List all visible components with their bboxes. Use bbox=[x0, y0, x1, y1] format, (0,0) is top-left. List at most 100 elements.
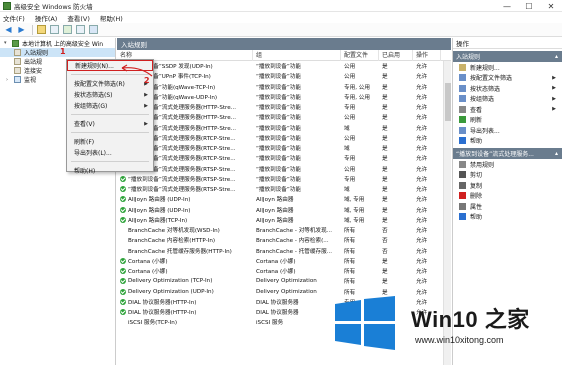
collapse-icon[interactable]: ▾ bbox=[4, 40, 10, 46]
actions-section-selected-rule[interactable]: “播放到设备”流式处理服务... ▴ bbox=[453, 148, 562, 159]
column-enabled[interactable]: 已启用 bbox=[379, 49, 413, 61]
tree-item-inbound-rules[interactable]: 入站规则 bbox=[0, 48, 115, 57]
rule-action-cell: 允许 bbox=[416, 187, 428, 194]
collapse-icon[interactable]: ▴ bbox=[555, 53, 558, 60]
context-menu-label: 按状态筛选(S) bbox=[74, 92, 113, 99]
action-label: 复制 bbox=[470, 182, 483, 190]
action-icon bbox=[459, 171, 466, 179]
table-row[interactable]: “播放到设备”SSDP 发现(UDP-In) “播放到设备”功能 公用是允许 bbox=[117, 61, 443, 71]
table-row[interactable]: AllJoyn 路由器 (UDP-In) AllJoyn 路由器 域, 专用 是 允许 bbox=[117, 205, 443, 215]
rule-profile-cell: 专用, 公用 bbox=[344, 94, 370, 101]
collapse-icon[interactable]: ▴ bbox=[555, 150, 558, 157]
table-row[interactable]: “播放到设备”功能(qWave-UDP-In) “播放到设备”功能 专用, 公用是允… bbox=[117, 92, 443, 102]
rule-name-text: DIAL 协议服务器(HTTP-In) bbox=[128, 299, 197, 306]
rule-enabled-cell: 是 bbox=[382, 217, 388, 224]
tree-root[interactable]: ▾ 本地计算机 上的高级安全 Win bbox=[0, 38, 115, 48]
action-item[interactable]: 帮助 bbox=[453, 136, 562, 147]
watermark-url: www.win10xitong.com bbox=[415, 335, 504, 345]
rule-profile-cell: 域 bbox=[344, 187, 350, 194]
windows-logo-icon bbox=[335, 296, 395, 350]
context-menu-item[interactable]: 按配置文件筛选(R) ▶ bbox=[67, 78, 153, 89]
context-menu-item[interactable]: 刷新(F) bbox=[67, 136, 153, 147]
back-icon[interactable]: ◀ bbox=[3, 24, 14, 35]
table-row[interactable]: “播放到设备”UPnP 事件(TCP-In) “播放到设备”功能 公用是允许 bbox=[117, 71, 443, 81]
submenu-arrow-icon: ▶ bbox=[552, 85, 556, 92]
menu-help[interactable]: 帮助(H) bbox=[100, 13, 123, 23]
menu-view[interactable]: 查看(V) bbox=[67, 13, 90, 23]
table-row[interactable]: “播放到设备”流式处理服务器(HTTP-Stre... “播放到设备”功能 专用是允… bbox=[117, 102, 443, 112]
up-folder-icon[interactable] bbox=[36, 24, 47, 35]
context-menu-label: 帮助(H) bbox=[74, 168, 96, 175]
context-menu-item[interactable]: 按状态筛选(S) ▶ bbox=[67, 89, 153, 100]
close-button[interactable]: ✕ bbox=[540, 0, 562, 12]
table-row[interactable]: Cortana (小娜) Cortana (小娜) 所有 是 允许 bbox=[117, 266, 443, 276]
action-item[interactable]: 复制 bbox=[453, 180, 562, 191]
refresh-icon[interactable] bbox=[62, 24, 73, 35]
action-item[interactable]: 刷新 bbox=[453, 115, 562, 126]
context-menu-item[interactable]: 查看(V) ▶ bbox=[67, 118, 153, 129]
rule-group-cell: “播放到设备”功能 bbox=[256, 74, 301, 81]
table-row[interactable]: Delivery Optimization (TCP-In) Delivery O… bbox=[117, 276, 443, 286]
action-icon bbox=[459, 160, 466, 168]
action-item[interactable]: 按组筛选 ▶ bbox=[453, 94, 562, 105]
help-icon[interactable] bbox=[88, 24, 99, 35]
table-row[interactable]: “播放到设备”流式处理服务器(HTTP-Stre... “播放到设备”功能 公用是允… bbox=[117, 112, 443, 122]
action-item[interactable]: 按状态筛选 ▶ bbox=[453, 83, 562, 94]
rule-enabled-cell: 是 bbox=[382, 176, 388, 183]
action-item[interactable]: 属性 bbox=[453, 201, 562, 212]
context-menu-item[interactable]: 导出列表(L)... bbox=[67, 147, 153, 158]
action-item[interactable]: 禁用规则 bbox=[453, 159, 562, 170]
action-item[interactable]: 帮助 bbox=[453, 212, 562, 223]
table-row[interactable]: “播放到设备”流式处理服务器(HTTP-Stre... “播放到设备”功能域是允许 bbox=[117, 123, 443, 133]
rule-name-cell: AllJoyn 路由器(TCP-In) bbox=[117, 216, 253, 224]
rule-enabled-cell: 是 bbox=[382, 115, 388, 122]
rule-group-cell: “播放到设备”功能 bbox=[256, 146, 301, 153]
column-group[interactable]: 组 bbox=[253, 49, 341, 61]
column-profile[interactable]: 配置文件 bbox=[341, 49, 379, 61]
rule-group-cell: AllJoyn 路由器 bbox=[256, 197, 294, 204]
section-label: “播放到设备”流式处理服务... bbox=[456, 151, 534, 158]
action-label: 帮助 bbox=[470, 138, 483, 146]
table-row[interactable]: “播放到设备”流式处理服务器(RTCP-Stre... “播放到设备”功能 专用是允… bbox=[117, 153, 443, 163]
scrollbar-thumb[interactable] bbox=[445, 83, 451, 121]
table-row[interactable]: BranchCache 托管缓存服务器(HTTP-In) BranchCache … bbox=[117, 246, 443, 256]
rule-name-cell: Delivery Optimization (TCP-In) bbox=[117, 278, 253, 285]
rule-name-text: AllJoyn 路由器 (UDP-In) bbox=[128, 207, 191, 214]
action-item[interactable]: 剪切 bbox=[453, 170, 562, 181]
column-action[interactable]: 操作 bbox=[413, 49, 441, 61]
rule-action-cell: 允许 bbox=[416, 125, 428, 132]
action-item[interactable]: 查看 ▶ bbox=[453, 104, 562, 115]
table-row[interactable]: “播放到设备”流式处理服务器(RTSP-Stre... “播放到设备”功能 域 是 允许 bbox=[117, 184, 443, 194]
show-tree-icon[interactable] bbox=[49, 24, 60, 35]
rule-enabled-cell: 是 bbox=[382, 125, 388, 132]
export-icon[interactable] bbox=[75, 24, 86, 35]
rule-name-text: BranchCache 内容检索(HTTP-In) bbox=[128, 238, 216, 245]
table-row[interactable]: “播放到设备”流式处理服务器(RTSP-Stre... “播放到设备”功能 专用 是 允… bbox=[117, 174, 443, 184]
action-item[interactable]: 按配置文件筛选 ▶ bbox=[453, 73, 562, 84]
context-menu-item[interactable]: 按组筛选(G) ▶ bbox=[67, 100, 153, 111]
table-row[interactable]: BranchCache 对等机发现(WSD-In) BranchCache - 对… bbox=[117, 225, 443, 235]
table-row[interactable]: “播放到设备”流式处理服务器(RTCP-Stre... “播放到设备”功能域是允许 bbox=[117, 143, 443, 153]
maximize-button[interactable]: ☐ bbox=[518, 0, 540, 12]
table-row[interactable]: “播放到设备”功能(qWave-TCP-In) “播放到设备”功能 专用, 公用是允… bbox=[117, 82, 443, 92]
expand-icon[interactable]: › bbox=[6, 77, 12, 83]
action-item[interactable]: 导出列表... bbox=[453, 125, 562, 136]
menu-file[interactable]: 文件(F) bbox=[3, 13, 25, 23]
forward-icon[interactable]: ▶ bbox=[16, 24, 27, 35]
rules-icon bbox=[14, 67, 21, 74]
actions-section-inbound[interactable]: 入站规则 ▴ bbox=[453, 51, 562, 62]
watermark: Win10 之家 www.win10xitong.com bbox=[325, 288, 562, 365]
context-menu-item[interactable]: 帮助(H) bbox=[67, 165, 153, 176]
table-row[interactable]: Cortana (小娜) Cortana (小娜) 所有 是 允许 bbox=[117, 256, 443, 266]
table-row[interactable]: AllJoyn 路由器 (UDP-In) AllJoyn 路由器 域, 专用 是 允许 bbox=[117, 194, 443, 204]
rule-group-cell: “播放到设备”功能 bbox=[256, 115, 301, 122]
minimize-button[interactable]: — bbox=[496, 0, 518, 12]
rule-name-cell: iSCSI 服务(TCP-In) bbox=[117, 318, 253, 326]
action-item[interactable]: 删除 bbox=[453, 191, 562, 202]
table-row[interactable]: AllJoyn 路由器(TCP-In) AllJoyn 路由器 域, 专用 是 允许 bbox=[117, 215, 443, 225]
table-row[interactable]: “播放到设备”流式处理服务器(RTCP-Stre... “播放到设备”功能 公用是允… bbox=[117, 133, 443, 143]
table-row[interactable]: “播放到设备”流式处理服务器(RTSP-Stre... “播放到设备”功能 公用是允… bbox=[117, 164, 443, 174]
menu-action[interactable]: 操作(A) bbox=[35, 13, 58, 23]
action-item[interactable]: 新建规则... bbox=[453, 62, 562, 73]
table-row[interactable]: BranchCache 内容检索(HTTP-In) BranchCache - 内… bbox=[117, 235, 443, 245]
